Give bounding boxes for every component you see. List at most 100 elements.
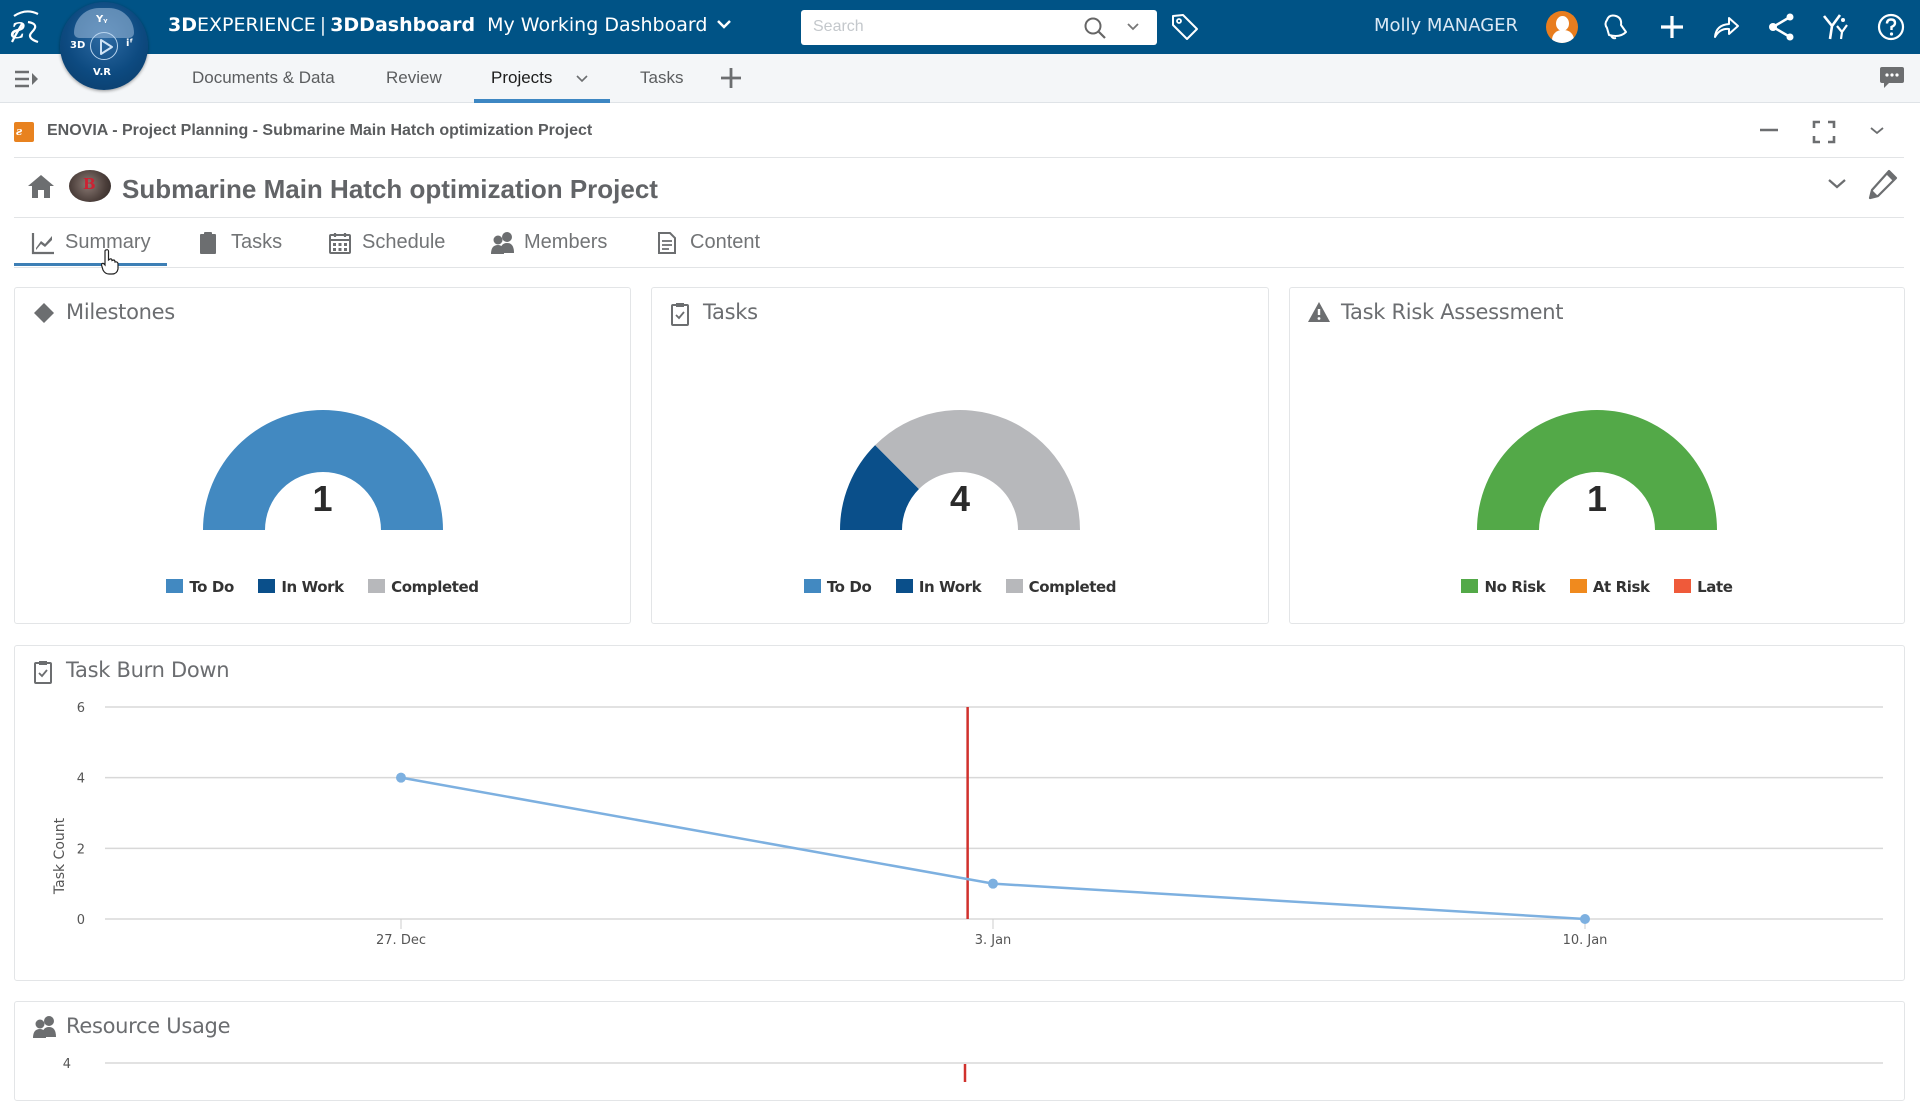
widget-menu-chevron-icon[interactable] bbox=[1862, 118, 1892, 148]
users-icon bbox=[491, 232, 514, 254]
y-tick-label: 2 bbox=[77, 842, 85, 857]
x-tick-label: 3. Jan bbox=[975, 933, 1012, 948]
document-icon bbox=[658, 232, 676, 254]
legend-label: In Work bbox=[918, 578, 982, 596]
legend-swatch bbox=[258, 579, 276, 593]
legend-label: Late bbox=[1697, 578, 1733, 596]
legend-item-completed[interactable]: Completed bbox=[1005, 578, 1117, 596]
tab-content[interactable]: Content bbox=[656, 218, 776, 268]
tag-icon[interactable] bbox=[1170, 12, 1200, 42]
dashboard-selector[interactable]: My Working Dashboard bbox=[487, 14, 732, 36]
legend-swatch bbox=[166, 579, 184, 593]
tab-schedule[interactable]: Schedule bbox=[328, 218, 458, 268]
community-icon[interactable] bbox=[1821, 12, 1851, 42]
app-name: 3DDashboard bbox=[330, 14, 476, 36]
add-tab-icon[interactable] bbox=[719, 66, 743, 90]
active-tab-indicator bbox=[474, 99, 610, 103]
dashboard-tab-tasks[interactable]: Tasks bbox=[640, 68, 683, 88]
play-icon[interactable] bbox=[90, 32, 118, 60]
task-burn-down-card: Task Burn Down 0246 Task Count 27. Dec 3.… bbox=[14, 645, 1905, 981]
milestones-title: Milestones bbox=[66, 300, 175, 324]
y-tick-label: 6 bbox=[77, 701, 85, 716]
user-name[interactable]: Molly MANAGER bbox=[1374, 15, 1518, 36]
compass-button[interactable]: Yᵧ 3D iᶠ V.R bbox=[60, 2, 148, 90]
social-share-icon[interactable] bbox=[1767, 12, 1797, 42]
legend-label: To Do bbox=[826, 578, 872, 596]
3ds-logo-icon[interactable]: ƨ bbox=[8, 6, 48, 48]
legend-item-completed[interactable]: Completed bbox=[368, 578, 479, 596]
active-project-tab-indicator bbox=[14, 263, 167, 266]
legend-label: Completed bbox=[1028, 578, 1117, 596]
tab-tasks[interactable]: Tasks bbox=[197, 218, 297, 268]
user-avatar[interactable] bbox=[1546, 11, 1578, 43]
edit-pencil-icon[interactable] bbox=[1867, 168, 1899, 200]
calendar-icon bbox=[329, 233, 351, 254]
warning-icon bbox=[1308, 302, 1330, 322]
dashboard-name: My Working Dashboard bbox=[487, 14, 708, 36]
tasks-card: Tasks 4 To Do In Work Completed bbox=[651, 287, 1269, 624]
tab-summary[interactable]: Summary bbox=[31, 218, 156, 268]
brand-separator: | bbox=[319, 14, 327, 36]
share-icon[interactable] bbox=[1711, 12, 1741, 42]
y-tick-label: 4 bbox=[63, 1057, 71, 1072]
compass-label-left: 3D bbox=[70, 40, 86, 51]
legend-swatch bbox=[1461, 579, 1479, 593]
x-tick-label: 27. Dec bbox=[376, 933, 426, 948]
legend-item-no-risk[interactable]: No Risk bbox=[1461, 578, 1546, 596]
brand-bold: 3D bbox=[168, 14, 197, 36]
data-point[interactable] bbox=[988, 878, 998, 889]
legend-swatch bbox=[1569, 579, 1587, 593]
search-box bbox=[801, 10, 1157, 45]
task-risk-total: 1 bbox=[1586, 478, 1608, 519]
legend-label: In Work bbox=[281, 578, 344, 596]
tasks-title: Tasks bbox=[703, 300, 758, 324]
project-title: Submarine Main Hatch optimization Projec… bbox=[122, 174, 658, 204]
burn-down-chart: 0 2 4 6 Task Count 27. Dec 3. Jan 10. Jan bbox=[52, 701, 1883, 948]
data-point[interactable] bbox=[396, 772, 406, 783]
legend-item-at-risk[interactable]: At Risk bbox=[1569, 578, 1650, 596]
search-icon[interactable] bbox=[1083, 16, 1107, 40]
dashboard-tab-projects[interactable]: Projects bbox=[491, 68, 552, 88]
compass-label-bottom: V.R bbox=[93, 67, 111, 78]
tab-tasks-label: Tasks bbox=[231, 231, 283, 253]
app-brand: 3DEXPERIENCE | 3DDashboard My Working Dash… bbox=[168, 14, 732, 36]
legend-item-in-work[interactable]: In Work bbox=[895, 578, 982, 596]
maximize-icon[interactable] bbox=[1809, 118, 1839, 148]
minimize-icon[interactable] bbox=[1754, 118, 1784, 148]
search-input[interactable] bbox=[813, 16, 1073, 38]
search-options-chevron-icon[interactable] bbox=[1126, 22, 1140, 32]
milestones-gauge: 1 bbox=[198, 408, 448, 538]
project-header: B Submarine Main Hatch optimization Proj… bbox=[14, 158, 1904, 218]
tab-content-label: Content bbox=[690, 231, 761, 253]
notifications-icon[interactable] bbox=[1600, 12, 1630, 42]
add-icon[interactable] bbox=[1657, 12, 1687, 42]
help-icon[interactable] bbox=[1876, 12, 1906, 42]
y-tick-label: 0 bbox=[77, 913, 85, 928]
project-tabs: Summary Tasks Schedule Members Content bbox=[14, 218, 1904, 268]
legend-label: To Do bbox=[189, 578, 234, 596]
resource-usage-card: Resource Usage 4 bbox=[14, 1001, 1905, 1101]
chevron-down-icon bbox=[717, 20, 732, 29]
projects-tab-menu-chevron-icon[interactable] bbox=[575, 74, 589, 84]
enovia-app-icon: ƨ bbox=[14, 122, 34, 142]
tasks-total: 4 bbox=[949, 478, 971, 519]
data-point[interactable] bbox=[1580, 914, 1590, 924]
dashboard-tab-documents-data[interactable]: Documents & Data bbox=[192, 68, 335, 88]
legend-item-late[interactable]: Late bbox=[1674, 578, 1733, 596]
chat-icon[interactable] bbox=[1880, 67, 1904, 89]
diamond-icon bbox=[34, 303, 54, 323]
home-icon[interactable] bbox=[27, 173, 55, 199]
dashboard-tab-review[interactable]: Review bbox=[386, 68, 442, 88]
compass-label-right: iᶠ bbox=[126, 38, 134, 49]
y-axis-label: Task Count bbox=[52, 817, 68, 895]
legend-item-todo[interactable]: To Do bbox=[803, 578, 872, 596]
legend-item-in-work[interactable]: In Work bbox=[258, 578, 344, 596]
resource-usage-chart: 4 bbox=[63, 1057, 1883, 1082]
project-header-chevron-icon[interactable] bbox=[1826, 176, 1848, 192]
tab-members[interactable]: Members bbox=[490, 218, 620, 268]
chart-line-icon bbox=[31, 233, 54, 255]
legend-item-todo[interactable]: To Do bbox=[166, 578, 234, 596]
side-menu-toggle-icon[interactable] bbox=[14, 68, 40, 90]
legend-swatch bbox=[1674, 579, 1692, 593]
tasks-legend: To Do In Work Completed bbox=[652, 578, 1268, 597]
